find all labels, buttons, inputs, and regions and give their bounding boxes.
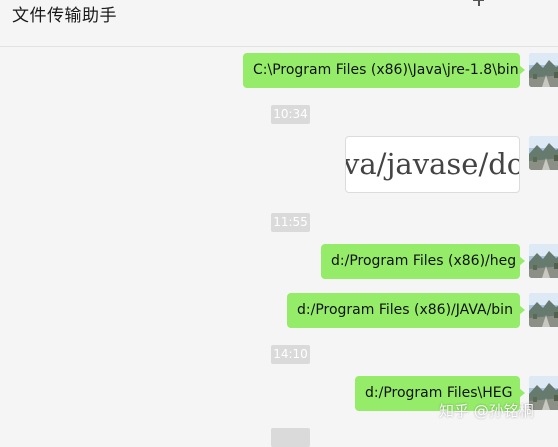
chat-header: 文件传输助手 (0, 0, 558, 47)
image-message-text: va/javase/dov (345, 147, 519, 181)
timestamp: 14:10 (271, 345, 310, 364)
message-bubble[interactable]: d:/Program Files (x86)/JAVA/bin (287, 293, 525, 328)
plus-icon[interactable] (472, 0, 486, 8)
timestamp-partial (271, 428, 310, 447)
avatar[interactable] (529, 244, 558, 278)
chat-title: 文件传输助手 (12, 6, 117, 26)
image-message[interactable]: va/javase/dov (345, 136, 520, 193)
avatar[interactable] (529, 53, 558, 87)
message-bubble[interactable]: d:/Program Files (x86)/heg (321, 244, 525, 279)
watermark: 知乎 @孙铭桐 (439, 402, 534, 420)
timestamp: 11:55 (271, 213, 310, 232)
avatar[interactable] (529, 136, 558, 170)
avatar[interactable] (529, 293, 558, 327)
timestamp: 10:34 (271, 105, 310, 124)
message-bubble[interactable]: C:\Program Files (x86)\Java\jre-1.8\bin (243, 53, 525, 88)
